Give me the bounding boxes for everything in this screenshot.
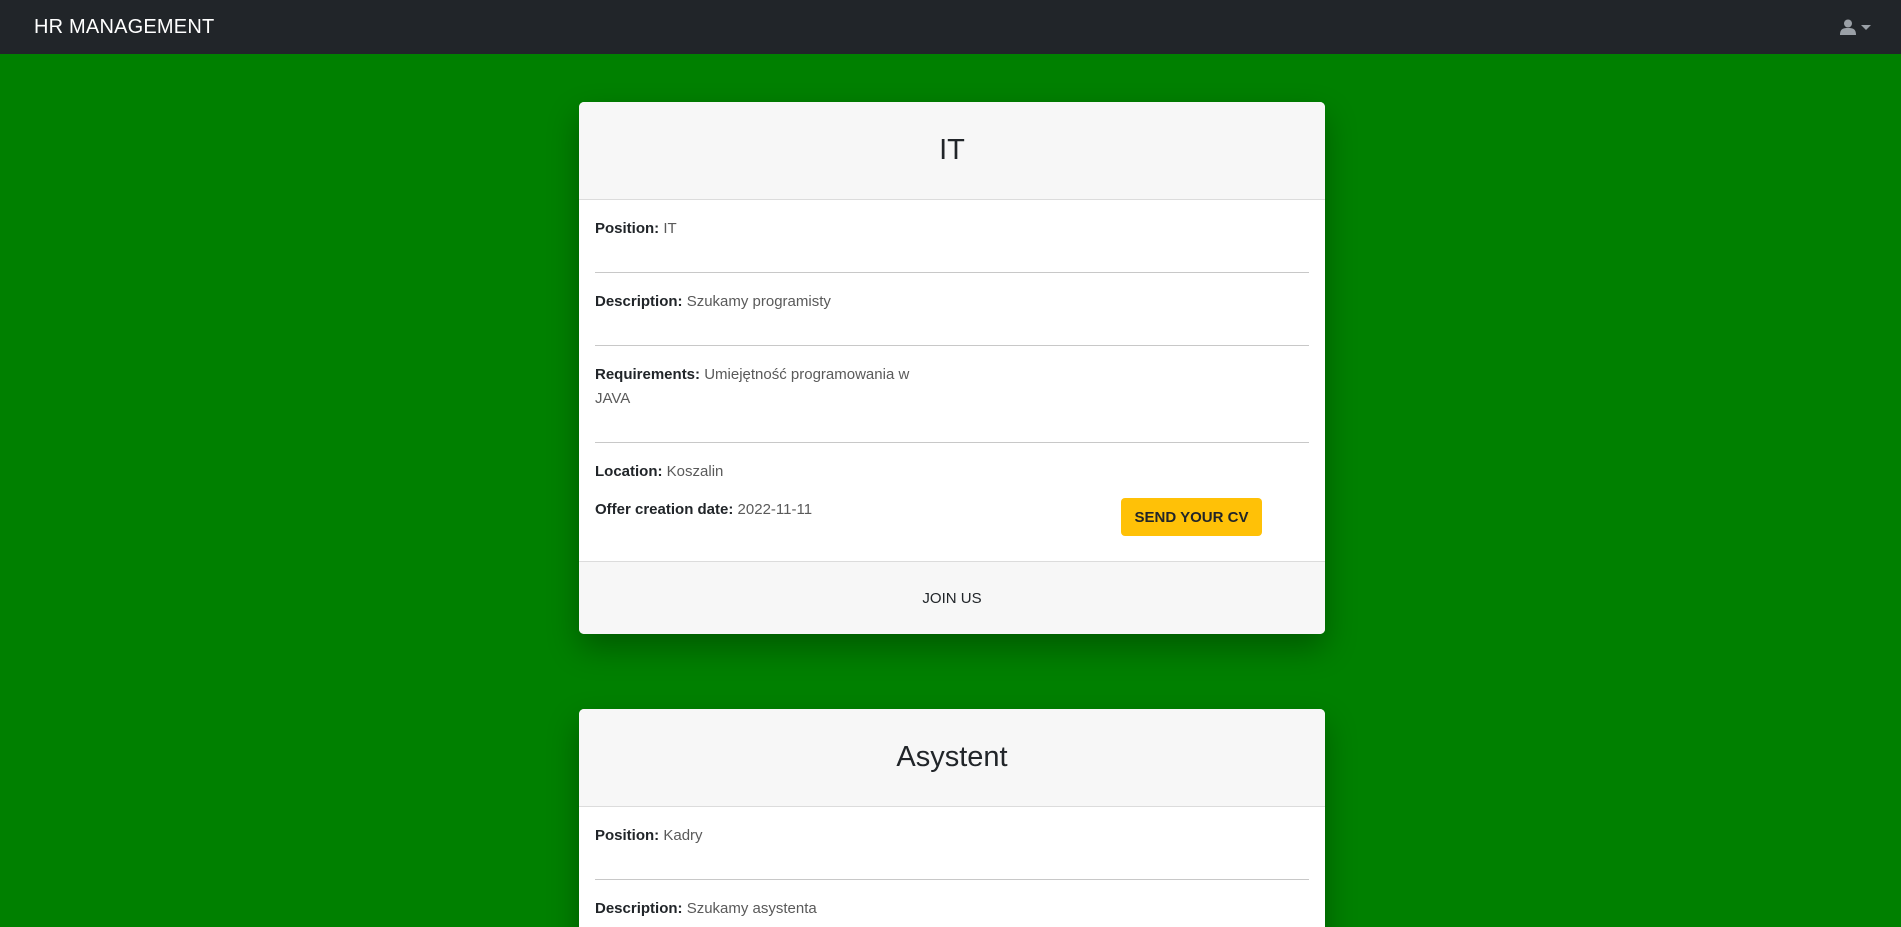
requirements-field: Requirements: Umiejętność programowania … xyxy=(595,346,1309,443)
card-footer: JOIN US xyxy=(579,561,1325,634)
user-icon xyxy=(1840,19,1856,35)
description-label: Description: xyxy=(595,293,683,310)
job-offer-card: IT Position: IT Description: Szukamy pro… xyxy=(579,102,1325,634)
description-field: Description: Szukamy programisty xyxy=(595,273,1309,346)
location-field: Location: Koszalin xyxy=(595,443,1309,489)
user-menu-dropdown[interactable] xyxy=(1840,19,1871,35)
description-value: Szukamy programisty xyxy=(686,293,831,310)
offer-title: IT xyxy=(579,102,1325,200)
position-value: IT xyxy=(663,220,677,237)
offer-date-label: Offer creation date: xyxy=(595,501,734,518)
position-field: Position: IT xyxy=(595,200,1309,273)
description-value: Szukamy asystenta xyxy=(686,900,817,917)
job-offer-card: Asystent Position: Kadry Description: Sz… xyxy=(579,709,1325,927)
offer-date-row: Offer creation date: 2022-11-11 SEND YOU… xyxy=(595,489,1309,561)
position-label: Position: xyxy=(595,220,660,237)
description-label: Description: xyxy=(595,900,683,917)
location-label: Location: xyxy=(595,463,663,480)
position-label: Position: xyxy=(595,827,660,844)
position-field: Position: Kadry xyxy=(595,807,1309,880)
description-field: Description: Szukamy asystenta xyxy=(595,880,1309,927)
send-cv-button[interactable]: SEND YOUR CV xyxy=(1121,498,1262,536)
brand-link[interactable]: HR MANAGEMENT xyxy=(34,16,214,39)
offers-list: IT Position: IT Description: Szukamy pro… xyxy=(0,54,1901,927)
position-value: Kadry xyxy=(663,827,703,844)
requirements-label: Requirements: xyxy=(595,366,701,383)
offer-details: Position: IT Description: Szukamy progra… xyxy=(579,200,1325,561)
caret-down-icon xyxy=(1861,24,1871,30)
location-value: Koszalin xyxy=(666,463,724,480)
offer-date-value: 2022-11-11 xyxy=(737,501,813,518)
top-navbar: HR MANAGEMENT xyxy=(0,0,1901,54)
offer-details: Position: Kadry Description: Szukamy asy… xyxy=(579,807,1325,927)
offer-title: Asystent xyxy=(579,709,1325,807)
